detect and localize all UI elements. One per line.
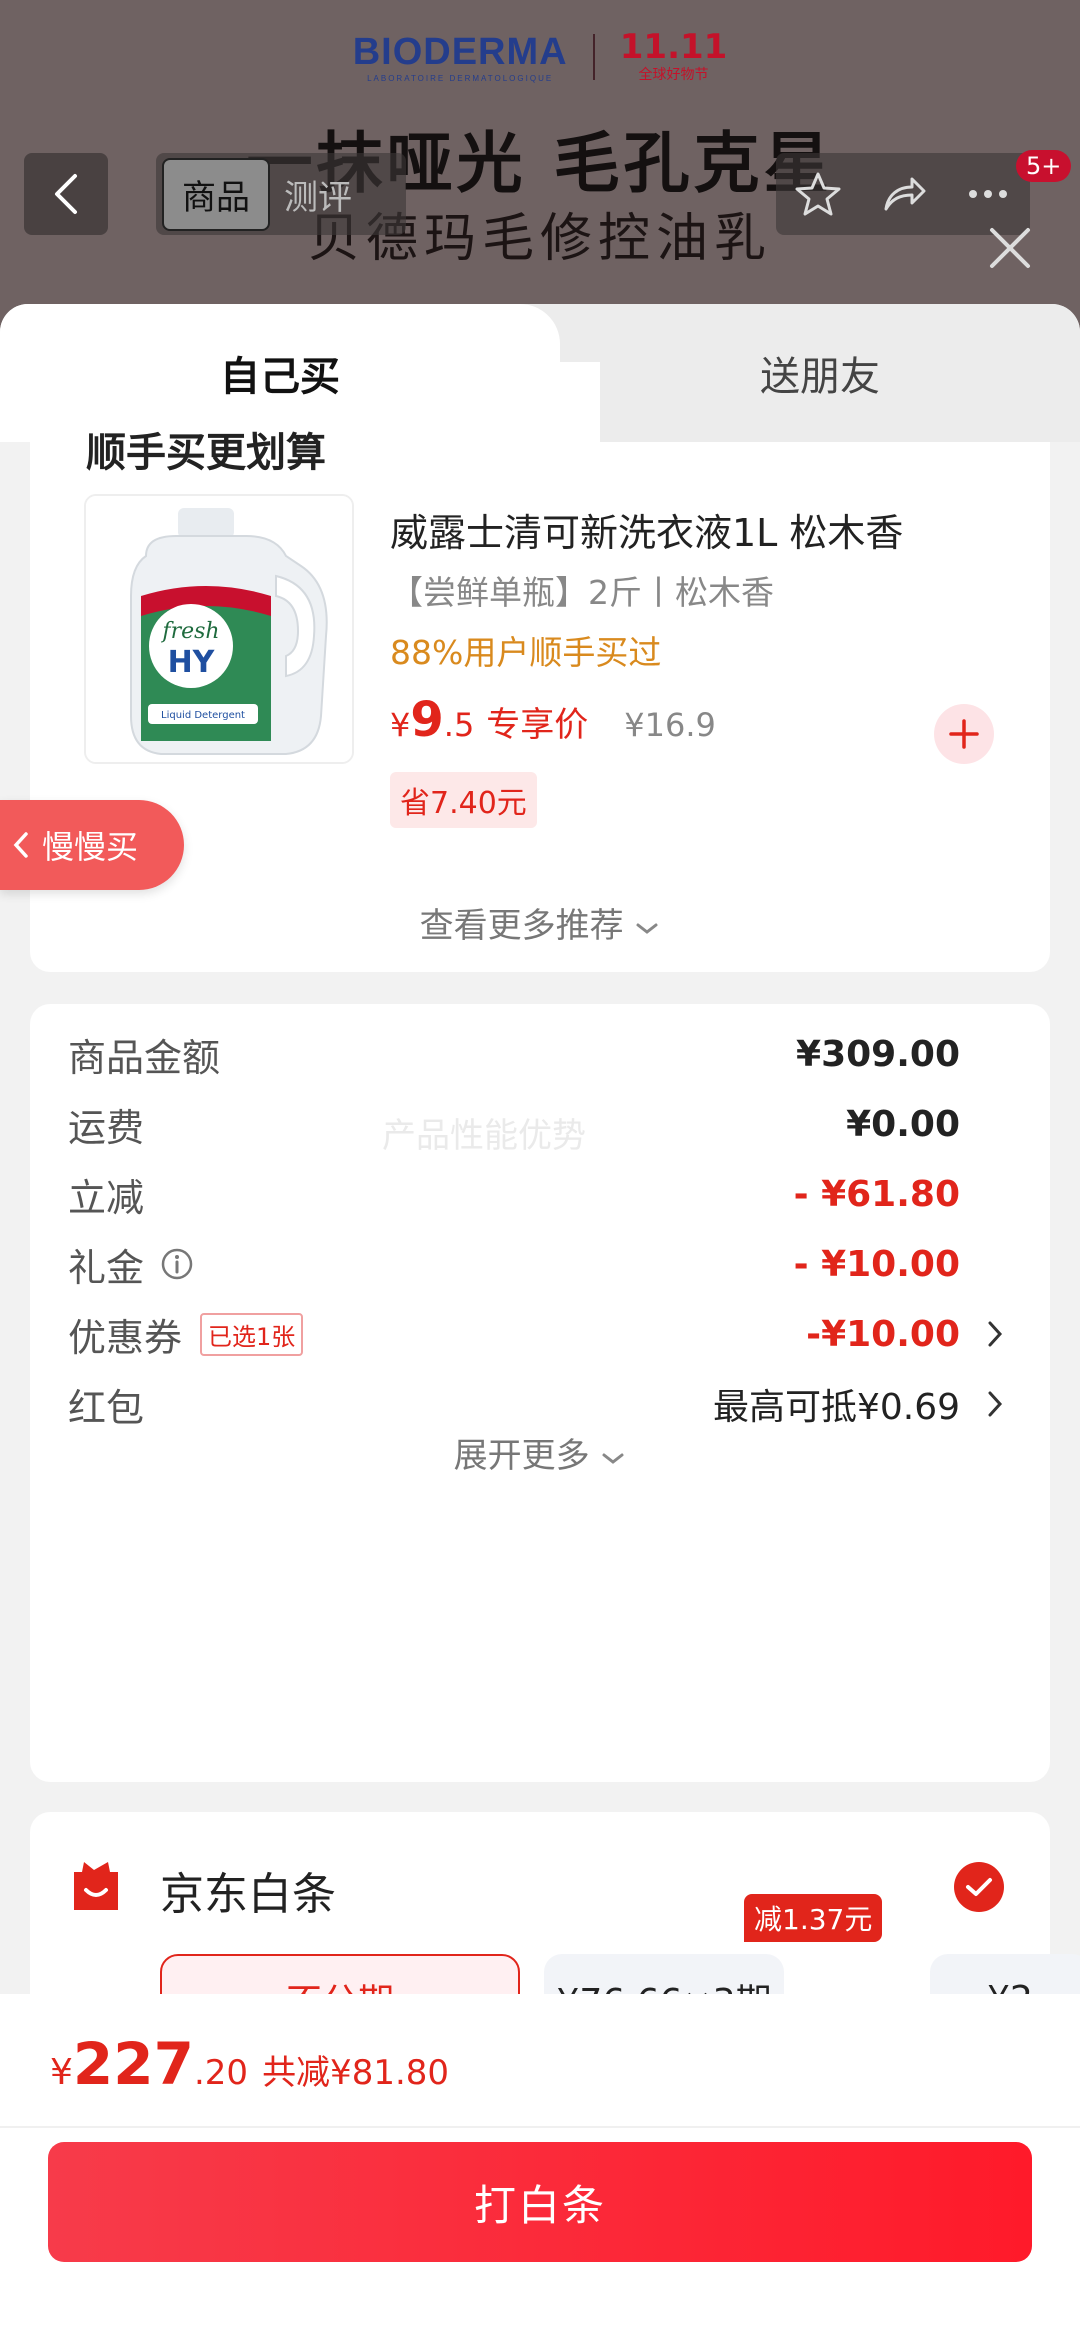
total-saved: 共减¥81.80 (262, 2053, 450, 2093)
festival-logo: 11.11 全球好物节 (619, 27, 728, 83)
brand-divider (592, 34, 595, 80)
original-price: ¥16.9 (624, 706, 716, 744)
product-image[interactable]: fresh HY Liquid Detergent (84, 494, 354, 764)
tab-gift-friend[interactable]: 送朋友 (560, 304, 1080, 442)
payment-method-title: 京东白条 (160, 1869, 336, 1920)
product-social-proof: 88%用户顺手买过 (390, 633, 662, 672)
recommendation-card: 顺手买更划算 fresh HY Liquid Detergent 威露士清可新洗… (30, 430, 1050, 972)
summary-row-instant-discount: 立减 - ¥61.80 (68, 1173, 960, 1220)
svg-text:HY: HY (168, 645, 216, 680)
tab-product[interactable]: 商品 (162, 157, 270, 231)
recommendation-heading: 顺手买更划算 (86, 430, 326, 476)
share-icon[interactable] (878, 169, 928, 219)
order-summary-card: 产品性能优势 商品金额 ¥309.00 运费 ¥0.00 立减 - ¥61.80… (30, 1004, 1050, 1782)
exclusive-price-tag: 专享价 (486, 705, 589, 745)
product-price: ¥9.5 专享价 ¥16.9 (390, 692, 716, 748)
info-icon[interactable] (160, 1247, 194, 1281)
slow-buy-tab[interactable]: 慢慢买 (0, 800, 184, 890)
plus-icon (949, 719, 979, 749)
product-title[interactable]: 威露士清可新洗衣液1L 松木香 (390, 502, 903, 557)
back-button[interactable] (24, 153, 108, 235)
svg-text:fresh: fresh (160, 619, 219, 644)
coupon-selected-badge: 已选1张 (200, 1312, 304, 1356)
total-price: ¥227.20 共减¥81.80 (50, 2030, 450, 2098)
installment-discount-badge: 减1.37元 (744, 1894, 883, 1942)
close-icon[interactable] (982, 220, 1038, 276)
divider (0, 2126, 1080, 2128)
more-icon[interactable] (963, 169, 1013, 219)
brand-logo: BIODERMA LABORATOIRE DERMATOLOGIQUE (352, 31, 568, 83)
expand-more-button[interactable]: 展开更多 (30, 1428, 1050, 1477)
chevron-down-icon (602, 1453, 624, 1464)
add-to-order-button[interactable] (934, 704, 994, 764)
chevron-right-icon (988, 1391, 1003, 1417)
product-nav-tabs: 商品 测评 (156, 153, 406, 235)
save-badge: 省7.40元 (390, 772, 537, 828)
summary-row-goods-amount: 商品金额 ¥309.00 (68, 1033, 960, 1080)
brand-banner: BIODERMA LABORATOIRE DERMATOLOGIQUE 11.1… (0, 30, 1080, 84)
see-more-recommendations[interactable]: 查看更多推荐 (30, 898, 1050, 947)
star-icon[interactable] (793, 169, 843, 219)
summary-row-coupon[interactable]: 优惠券 已选1张 -¥10.00 (68, 1304, 1012, 1364)
baitiao-icon (74, 1862, 118, 1910)
pay-with-baitiao-button[interactable]: 打白条 (48, 2142, 1032, 2262)
tab-review[interactable]: 测评 (284, 170, 352, 219)
detergent-bottle-image: fresh HY Liquid Detergent (86, 496, 352, 762)
checkout-bottom-bar: ¥227.20 共减¥81.80 打白条 (0, 1994, 1080, 2344)
chevron-left-icon (13, 832, 28, 858)
summary-row-shipping: 运费 ¥0.00 (68, 1103, 960, 1150)
chevron-right-icon (988, 1321, 1003, 1347)
background-product-page: BIODERMA LABORATOIRE DERMATOLOGIQUE 11.1… (0, 0, 1080, 330)
chevron-down-icon (636, 923, 658, 934)
summary-row-red-packet[interactable]: 红包 最高可抵¥0.69 (68, 1374, 1012, 1434)
chevron-left-icon (55, 174, 77, 214)
summary-row-gift-money: 礼金 - ¥10.00 (68, 1243, 960, 1290)
selected-check-icon[interactable] (954, 1862, 1004, 1912)
product-spec: 【尝鲜单瓶】2斤丨松木香 (390, 573, 774, 612)
svg-text:Liquid Detergent: Liquid Detergent (161, 710, 245, 721)
message-badge: 5+ (1016, 150, 1072, 182)
